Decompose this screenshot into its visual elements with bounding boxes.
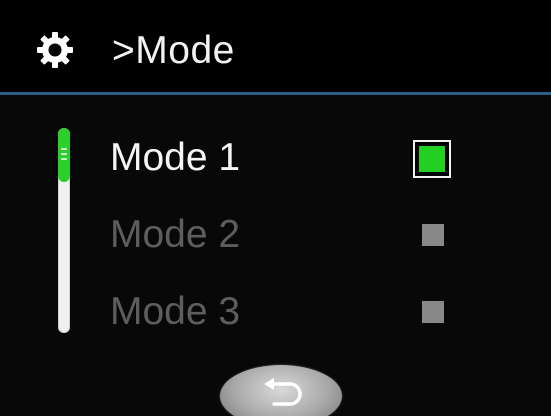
back-button[interactable] bbox=[220, 365, 342, 416]
page-title: >Mode bbox=[112, 29, 235, 72]
mode-label: Mode 1 bbox=[110, 136, 241, 179]
mode-label: Mode 3 bbox=[110, 290, 241, 333]
scrollbar-track[interactable] bbox=[58, 128, 70, 333]
header-divider bbox=[0, 92, 551, 95]
mode-item-3[interactable]: Mode 3 bbox=[80, 277, 500, 347]
gear-icon[interactable] bbox=[35, 30, 75, 70]
back-arrow-icon bbox=[264, 378, 302, 406]
scroll-grip-line bbox=[61, 148, 67, 150]
mode-item-2[interactable]: Mode 2 bbox=[80, 200, 500, 270]
scroll-grip-line bbox=[61, 153, 67, 155]
selected-fill bbox=[419, 146, 445, 172]
mode-1-selected-indicator[interactable] bbox=[413, 140, 451, 178]
scroll-grip-line bbox=[61, 158, 67, 160]
mode-settings-screen: >Mode Mode 1 Mode 2 Mode 3 bbox=[0, 0, 551, 416]
header-bar: >Mode bbox=[0, 0, 551, 92]
scrollbar-thumb[interactable] bbox=[58, 128, 70, 182]
mode-3-unselected-indicator[interactable] bbox=[422, 301, 444, 323]
mode-label: Mode 2 bbox=[110, 213, 241, 256]
mode-item-1[interactable]: Mode 1 bbox=[80, 123, 500, 193]
mode-2-unselected-indicator[interactable] bbox=[422, 224, 444, 246]
